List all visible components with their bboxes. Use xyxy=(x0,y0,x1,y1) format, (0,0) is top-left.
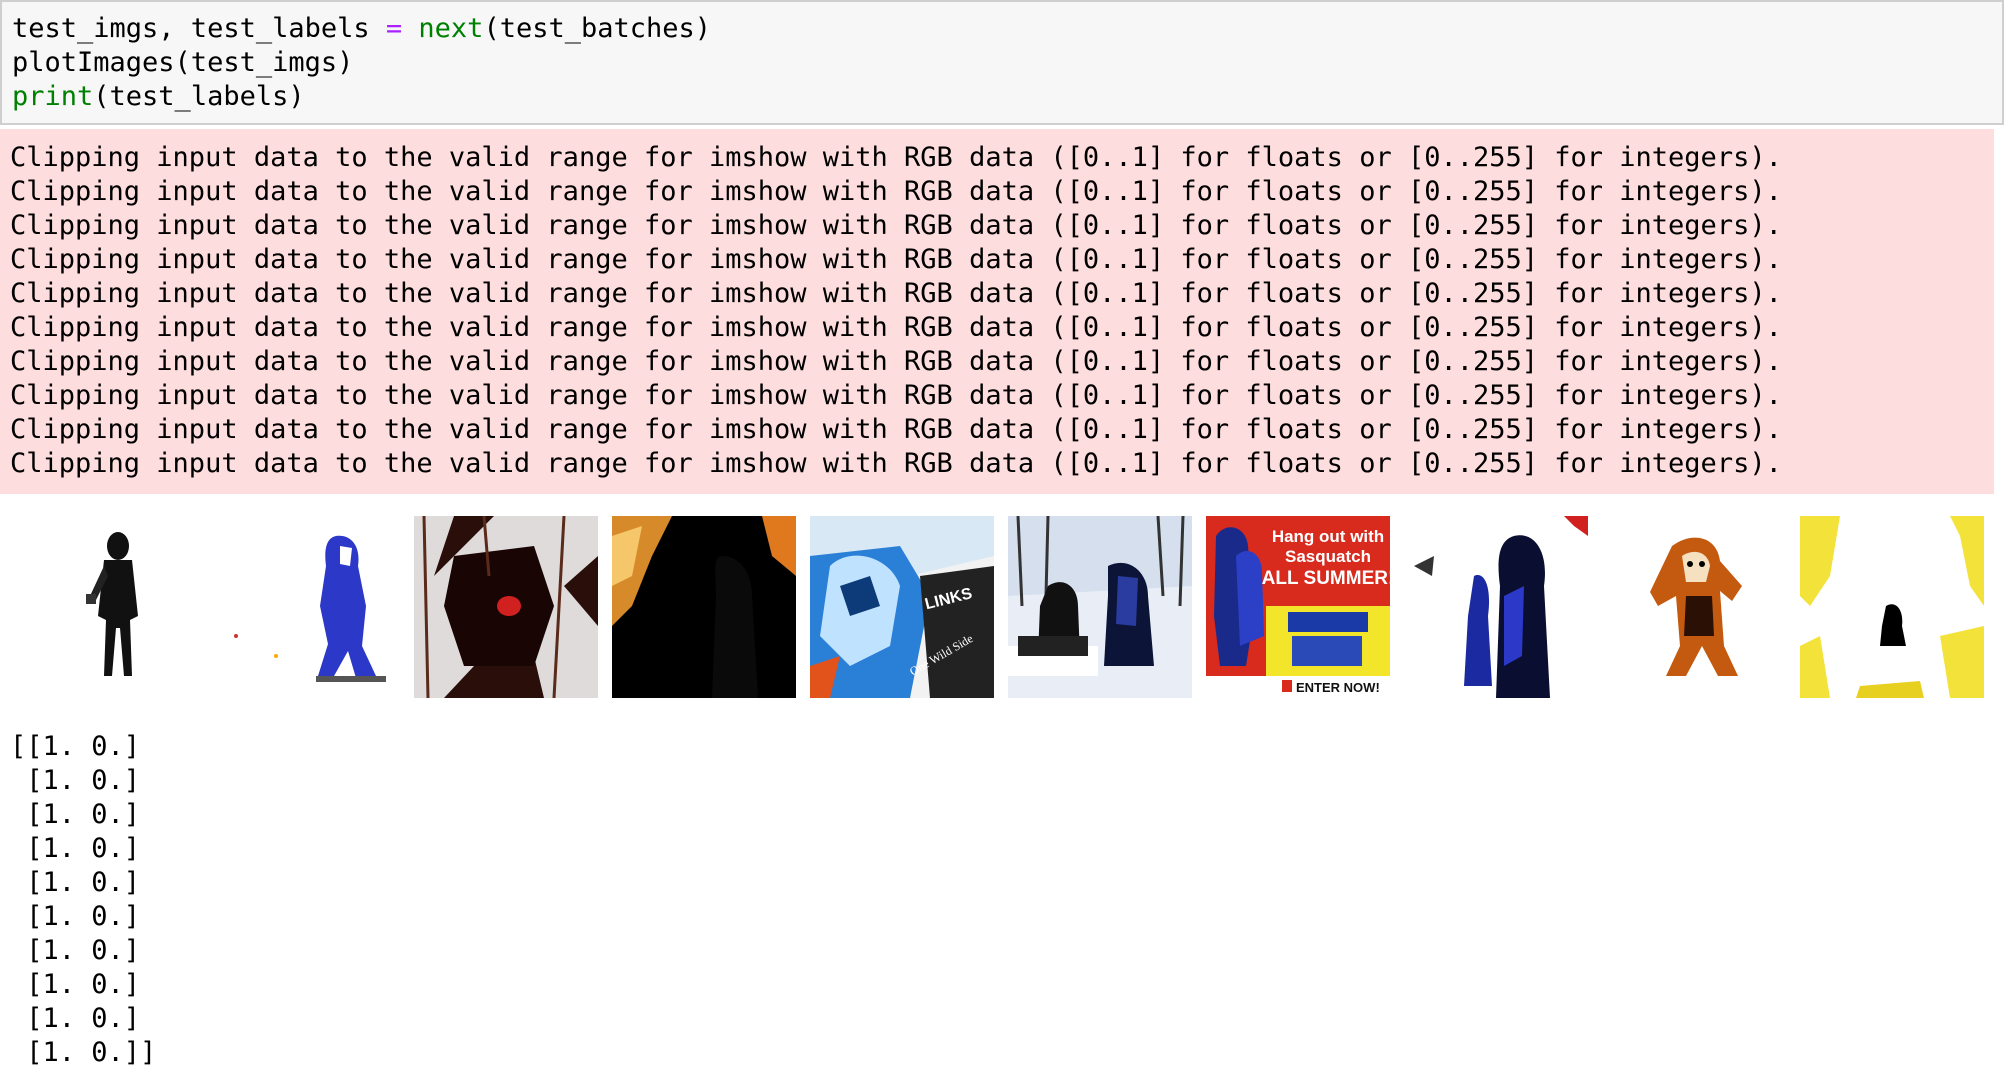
ad-headline-2: Sasquatch xyxy=(1285,547,1371,566)
code-token: (test_batches) xyxy=(483,13,712,44)
thumbnail-10 xyxy=(1800,516,1984,698)
thumbnail-7: Hang out with Sasquatch ALL SUMMER! ENTE… xyxy=(1206,516,1390,698)
code-cell[interactable]: test_imgs, test_labels = next(test_batch… xyxy=(0,0,2004,125)
stderr-line: Clipping input data to the valid range f… xyxy=(10,312,1782,343)
thumbnail-4 xyxy=(612,516,796,698)
stderr-line: Clipping input data to the valid range f… xyxy=(10,278,1782,309)
code-line-2: plotImages(test_imgs) xyxy=(12,46,2002,80)
stderr-line: Clipping input data to the valid range f… xyxy=(10,380,1782,411)
label-row: [1. 0.] xyxy=(10,935,141,966)
builtin-print: print xyxy=(12,81,94,112)
thumbnail-1 xyxy=(26,516,210,698)
ad-headline-1: Hang out with xyxy=(1272,527,1384,546)
print-output: [[1. 0.] [1. 0.] [1. 0.] [1. 0.] [1. 0.]… xyxy=(10,730,156,1070)
thumbnail-3 xyxy=(414,516,598,698)
thumbnail-2 xyxy=(216,516,400,698)
stderr-line: Clipping input data to the valid range f… xyxy=(10,244,1782,275)
code-line-3: print(test_labels) xyxy=(12,80,2002,114)
assign-operator: = xyxy=(385,13,403,44)
thumbnail-6 xyxy=(1008,516,1192,698)
stderr-line: Clipping input data to the valid range f… xyxy=(10,210,1782,241)
stderr-line: Clipping input data to the valid range f… xyxy=(10,176,1782,207)
stderr-line: Clipping input data to the valid range f… xyxy=(10,414,1782,445)
thumbnail-8 xyxy=(1404,516,1588,698)
thumbnail-5: LINKS One Wild Side xyxy=(810,516,994,698)
code-token: plotImages(test_imgs) xyxy=(12,47,354,78)
label-row: [1. 0.] xyxy=(10,799,141,830)
label-row: [1. 0.] xyxy=(10,765,141,796)
label-row: [1. 0.] xyxy=(10,833,141,864)
ad-cta: ENTER NOW! xyxy=(1296,680,1380,695)
label-row: [1. 0.] xyxy=(10,1003,141,1034)
label-row: [1. 0.]] xyxy=(10,1037,157,1068)
stderr-line: Clipping input data to the valid range f… xyxy=(10,448,1782,479)
label-row: [1. 0.] xyxy=(10,867,141,898)
image-output-strip: LINKS One Wild Side Hang out with Sasqua… xyxy=(0,512,2008,702)
stderr-line: Clipping input data to the valid range f… xyxy=(10,346,1782,377)
code-token: test_imgs, test_labels xyxy=(12,13,386,44)
thumbnail-9 xyxy=(1602,516,1786,698)
label-row: [1. 0.] xyxy=(10,969,141,1000)
code-token: (test_labels) xyxy=(93,81,305,112)
stderr-line: Clipping input data to the valid range f… xyxy=(10,142,1782,173)
ad-headline-3: ALL SUMMER! xyxy=(1262,568,1390,589)
code-line-1: test_imgs, test_labels = next(test_batch… xyxy=(12,12,2002,46)
stderr-output: Clipping input data to the valid range f… xyxy=(0,129,1994,494)
builtin-next: next xyxy=(418,13,484,44)
label-row: [[1. 0.] xyxy=(10,731,141,762)
label-row: [1. 0.] xyxy=(10,901,141,932)
